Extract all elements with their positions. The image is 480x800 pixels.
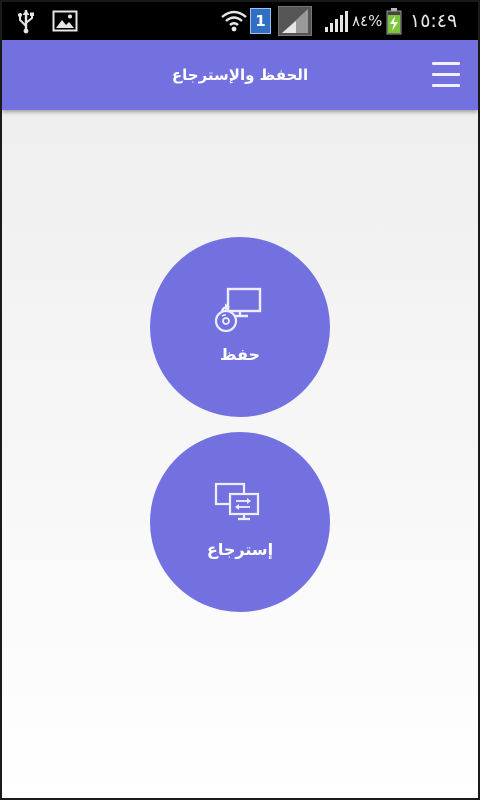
wifi-icon <box>220 2 248 40</box>
restore-label: إسترجاع <box>206 540 274 559</box>
image-icon <box>52 2 78 40</box>
usb-icon <box>16 2 36 40</box>
page-title: الحفظ والإسترجاع <box>171 66 309 84</box>
restore-monitors-icon <box>212 480 264 528</box>
backup-label: حفظ <box>219 345 261 364</box>
signal-icon-2 <box>324 2 350 40</box>
signal-icon <box>278 2 312 40</box>
status-bar: 1 ٨٤% ١٥:٤٩ <box>2 2 478 40</box>
app-bar: الحفظ والإسترجاع <box>2 40 478 110</box>
battery-percent: ٨٤% <box>352 12 383 30</box>
clock: ١٥:٤٩ <box>410 10 458 32</box>
restore-button[interactable]: إسترجاع <box>150 432 330 612</box>
notification-badge: 1 <box>250 8 271 34</box>
screen: 1 ٨٤% ١٥:٤٩ الحفظ والإسترجاع حفظ إسترجاع <box>0 0 480 800</box>
sim-badge-icon: 1 <box>250 2 271 40</box>
battery-charging-icon <box>386 2 402 40</box>
backup-button[interactable]: حفظ <box>150 237 330 417</box>
hamburger-menu-icon[interactable] <box>432 62 460 88</box>
backup-disc-monitor-icon <box>212 285 264 333</box>
